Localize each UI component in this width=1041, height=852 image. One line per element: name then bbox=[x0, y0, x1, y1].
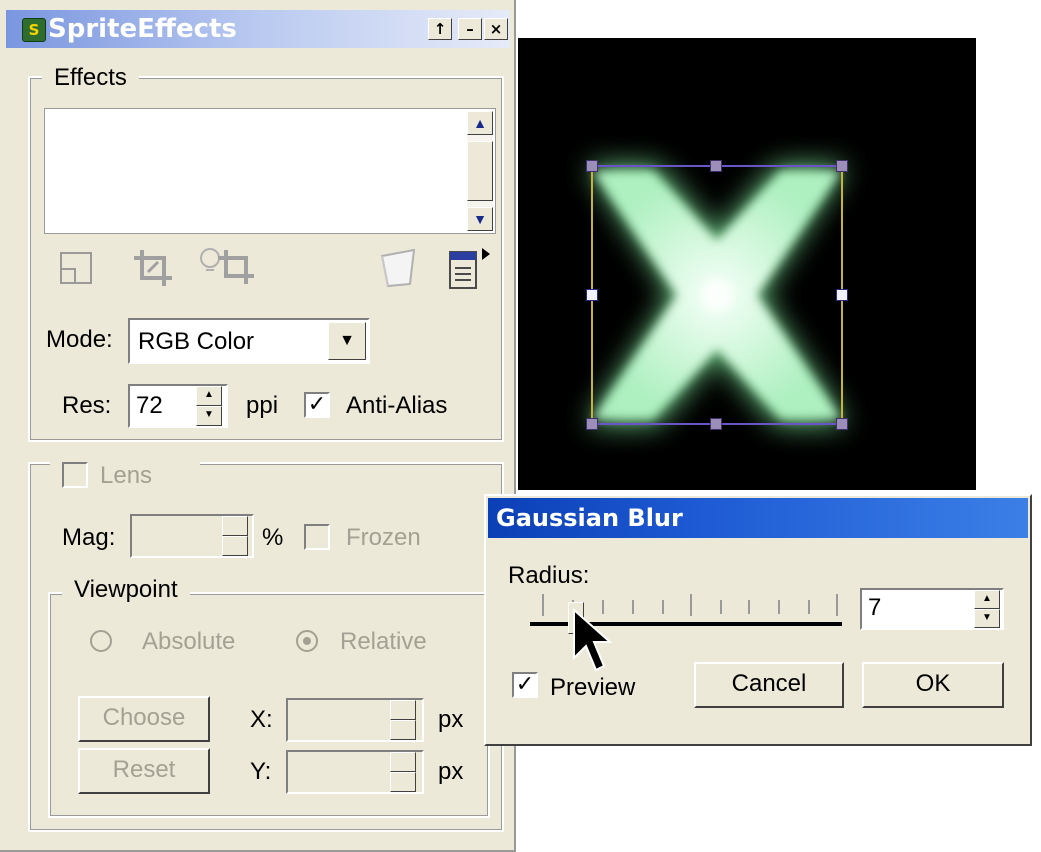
choose-button[interactable]: Choose bbox=[78, 696, 210, 742]
new-layer-icon[interactable] bbox=[58, 250, 94, 286]
chevron-down-icon[interactable]: ▼ bbox=[328, 322, 366, 360]
lens-checkbox[interactable] bbox=[62, 462, 88, 488]
ok-button[interactable]: OK bbox=[862, 662, 1004, 708]
slider-tick bbox=[778, 600, 780, 614]
radius-down-arrow-icon[interactable]: ▼ bbox=[974, 609, 1000, 628]
restore-button[interactable]: ↑ bbox=[428, 18, 452, 40]
preview-label: Preview bbox=[550, 674, 636, 701]
resize-handle-top-left[interactable] bbox=[586, 160, 598, 172]
relative-label: Relative bbox=[340, 628, 427, 655]
scroll-up-button[interactable]: ▲ bbox=[467, 111, 493, 135]
minimize-button[interactable]: – bbox=[458, 18, 482, 40]
preview-checkbox[interactable]: ✓ bbox=[512, 672, 538, 698]
effects-list[interactable]: ▲ ▼ bbox=[44, 108, 496, 234]
app-icon: S bbox=[22, 18, 46, 42]
sprite-canvas[interactable] bbox=[518, 38, 976, 490]
frozen-label: Frozen bbox=[346, 524, 421, 551]
slider-tick bbox=[632, 600, 634, 614]
relative-radio[interactable] bbox=[296, 630, 318, 652]
slider-tick bbox=[808, 600, 810, 614]
res-label: Res: bbox=[62, 392, 112, 419]
slider-tick bbox=[542, 594, 544, 616]
reset-button[interactable]: Reset bbox=[78, 748, 210, 794]
x-up-arrow-icon[interactable] bbox=[390, 700, 416, 720]
dialog-title-bar[interactable]: Gaussian Blur bbox=[488, 498, 1028, 538]
bucket-icon[interactable] bbox=[374, 244, 422, 292]
absolute-label: Absolute bbox=[142, 628, 236, 655]
resize-handle-bottom-right[interactable] bbox=[836, 418, 848, 430]
panel-title: SpriteEffects bbox=[48, 14, 237, 44]
x-label: X: bbox=[250, 706, 273, 733]
absolute-radio[interactable] bbox=[90, 630, 112, 652]
lens-label: Lens bbox=[100, 462, 153, 489]
mode-label: Mode: bbox=[46, 326, 113, 353]
y-stepper[interactable] bbox=[390, 752, 416, 792]
res-up-arrow-icon[interactable]: ▲ bbox=[196, 386, 222, 406]
lightbulb-crop-icon[interactable] bbox=[196, 244, 258, 288]
anti-alias-label: Anti-Alias bbox=[346, 392, 448, 419]
x-stepper[interactable] bbox=[390, 700, 416, 740]
mag-up-arrow-icon[interactable] bbox=[222, 516, 248, 536]
y-unit: px bbox=[438, 758, 464, 785]
anti-alias-checkbox[interactable]: ✓ bbox=[304, 392, 330, 418]
mag-down-arrow-icon[interactable] bbox=[222, 536, 248, 556]
resize-handle-bottom[interactable] bbox=[710, 418, 722, 430]
slider-tick bbox=[720, 600, 722, 614]
dialog-title: Gaussian Blur bbox=[496, 504, 683, 532]
y-up-arrow-icon[interactable] bbox=[390, 752, 416, 772]
mag-stepper[interactable] bbox=[222, 516, 248, 556]
resize-handle-top[interactable] bbox=[710, 160, 722, 172]
viewpoint-label: Viewpoint bbox=[62, 576, 190, 604]
resize-handle-bottom-left[interactable] bbox=[586, 418, 598, 430]
resize-handle-right[interactable] bbox=[836, 289, 848, 301]
sprite-effects-panel: S SpriteEffects ↑ – × Effects ▲ ▼ Mode: … bbox=[0, 0, 516, 852]
slider-tick bbox=[690, 594, 692, 616]
slider-tick bbox=[662, 600, 664, 614]
res-unit: ppi bbox=[246, 392, 279, 419]
mouse-cursor-icon bbox=[573, 608, 613, 672]
effects-list-scrollbar[interactable]: ▲ ▼ bbox=[467, 111, 493, 231]
res-stepper[interactable]: ▲ ▼ bbox=[196, 386, 222, 426]
mode-value: RGB Color bbox=[138, 328, 255, 355]
radius-label: Radius: bbox=[508, 562, 590, 589]
cancel-button[interactable]: Cancel bbox=[694, 662, 844, 708]
effects-group-label: Effects bbox=[42, 64, 139, 92]
y-down-arrow-icon[interactable] bbox=[390, 772, 416, 792]
resize-handle-top-right[interactable] bbox=[836, 160, 848, 172]
slider-tick bbox=[836, 594, 838, 616]
scroll-down-button[interactable]: ▼ bbox=[467, 207, 493, 231]
panel-title-bar[interactable]: S SpriteEffects ↑ – × bbox=[6, 10, 510, 48]
mag-unit: % bbox=[262, 524, 284, 551]
slider-tick bbox=[748, 600, 750, 614]
menu-page-icon[interactable] bbox=[446, 244, 494, 294]
x-unit: px bbox=[438, 706, 464, 733]
x-down-arrow-icon[interactable] bbox=[390, 720, 416, 740]
y-label: Y: bbox=[250, 758, 272, 785]
frozen-checkbox[interactable] bbox=[304, 524, 330, 550]
res-value: 72 bbox=[136, 392, 163, 419]
close-button[interactable]: × bbox=[484, 18, 508, 40]
radius-stepper[interactable]: ▲ ▼ bbox=[974, 590, 1000, 628]
radius-value: 7 bbox=[868, 594, 882, 621]
resize-handle-left[interactable] bbox=[586, 289, 598, 301]
crop-icon[interactable] bbox=[130, 246, 176, 290]
res-down-arrow-icon[interactable]: ▼ bbox=[196, 406, 222, 426]
radius-up-arrow-icon[interactable]: ▲ bbox=[974, 590, 1000, 609]
mode-select[interactable]: RGB Color ▼ bbox=[128, 318, 370, 364]
gaussian-blur-dialog: Gaussian Blur Radius: 7 ▲ ▼ ✓ Preview Ca… bbox=[484, 494, 1032, 746]
scroll-thumb[interactable] bbox=[467, 141, 493, 201]
mag-label: Mag: bbox=[62, 524, 116, 551]
